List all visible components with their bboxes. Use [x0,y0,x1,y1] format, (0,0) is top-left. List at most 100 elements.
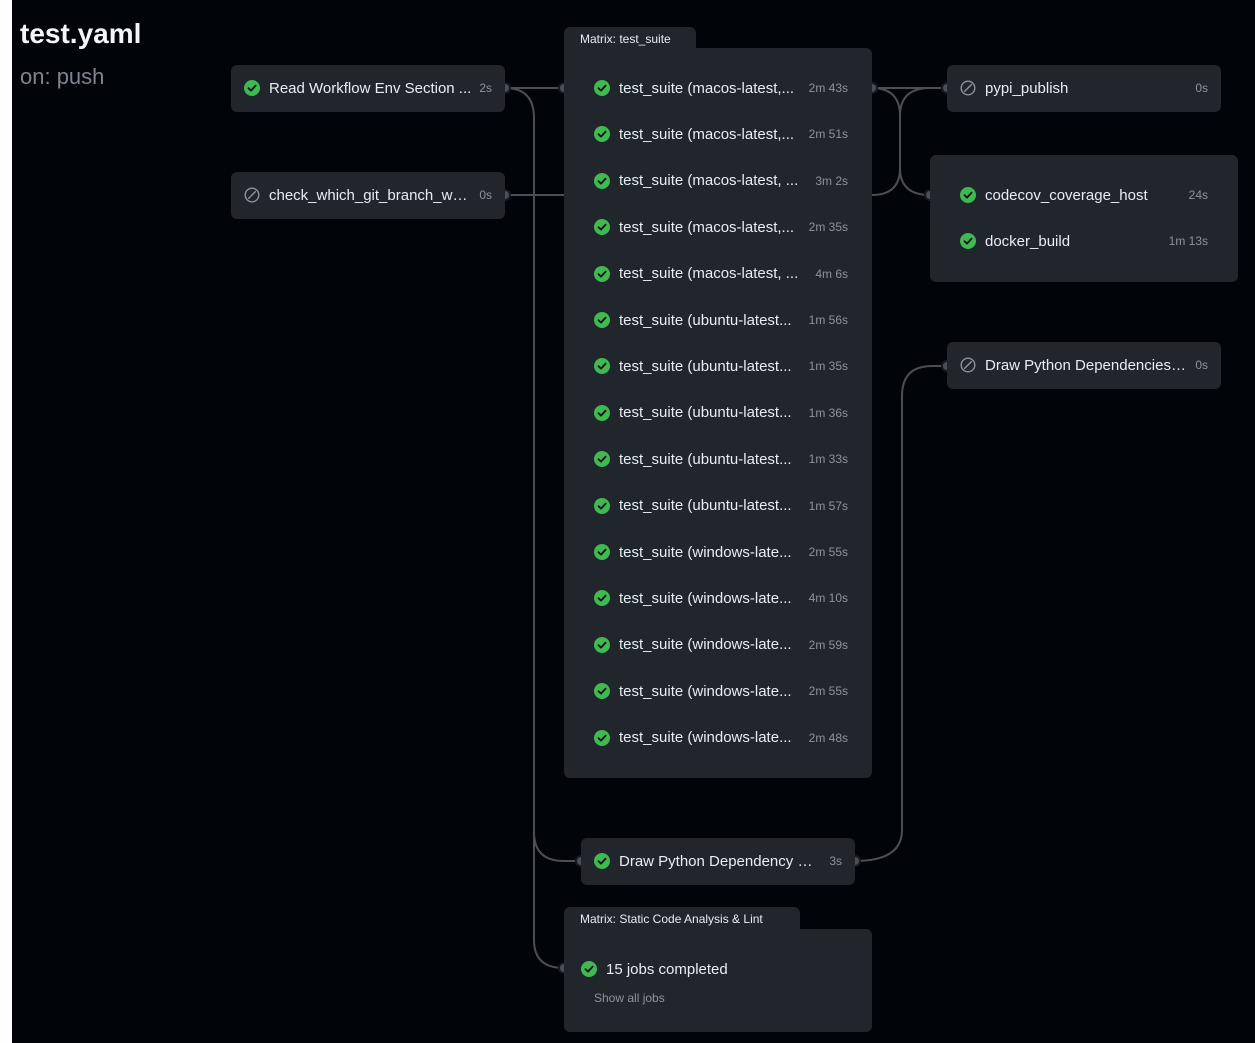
job-draw-deps[interactable]: Draw Python Dependencies ... 0s [947,342,1221,388]
matrix-job-row[interactable]: test_suite (macos-latest,... 2m 43s [581,65,861,111]
check-circle-icon [594,219,610,236]
job-name: codecov_coverage_host [985,186,1148,204]
check-circle-icon [594,729,610,746]
show-all-jobs-link[interactable]: Show all jobs [594,991,665,1005]
job-name: test_suite (macos-latest,... [619,79,795,97]
matrix-lint-label: Matrix: Static Code Analysis & Lint [564,907,800,931]
job-card-pypi-publish: pypi_publish 0s [947,65,1221,112]
check-circle-icon [244,80,260,96]
check-circle-icon [594,451,610,468]
job-name: test_suite (ubuntu-latest... [619,311,792,329]
edge-read-to-lint [533,800,565,969]
job-duration: 0s [1195,358,1208,372]
matrix-job-row[interactable]: test_suite (macos-latest,... 2m 51s [581,111,861,157]
job-duration: 1m 57s [808,498,848,513]
job-name: test_suite (macos-latest, ... [619,265,799,283]
job-read-env[interactable]: Read Workflow Env Section ... 2s [231,65,505,111]
job-name: test_suite (ubuntu-latest... [619,357,792,375]
job-name: test_suite (ubuntu-latest... [619,450,792,468]
check-circle-icon [594,683,610,700]
job-pypi-publish[interactable]: pypi_publish 0s [947,65,1221,111]
matrix-job-row[interactable]: test_suite (ubuntu-latest... 1m 35s [581,343,861,389]
lint-summary-label: 15 jobs completed [606,960,728,978]
job-duration: 1m 36s [808,405,848,420]
matrix-job-row[interactable]: test_suite (windows-late... 2m 59s [581,622,861,668]
matrix-job-row[interactable]: test_suite (windows-late... 2m 55s [581,668,861,714]
job-name: test_suite (windows-late... [619,729,792,747]
check-circle-icon [581,961,597,977]
job-duration: 1m 56s [808,313,848,327]
job-group-card: codecov_coverage_host 24s docker_build 1… [930,155,1238,282]
check-circle-icon [594,590,610,607]
check-circle-icon [960,233,976,249]
check-circle-icon [594,497,610,514]
job-name: test_suite (macos-latest, ... [619,172,799,190]
matrix-lint-card: 15 jobs completed Show all jobs [564,929,872,1032]
job-name: test_suite (macos-latest,... [619,125,795,143]
job-name: test_suite (windows-late... [619,682,792,700]
matrix-job-row[interactable]: test_suite (macos-latest, ... 4m 6s [581,251,861,297]
check-circle-icon [594,636,610,653]
job-name: pypi_publish [985,79,1069,97]
job-name: test_suite (windows-late... [619,636,792,654]
matrix-job-row[interactable]: test_suite (ubuntu-latest... 1m 36s [581,390,861,436]
job-duration: 0s [1195,81,1208,95]
job-card-draw-deps: Draw Python Dependencies ... 0s [947,342,1221,389]
matrix-job-row[interactable]: test_suite (windows-late... 2m 55s [581,529,861,575]
check-circle-icon [594,312,610,328]
job-duration: 2m 55s [808,545,848,559]
lint-summary[interactable]: 15 jobs completed [581,946,861,992]
check-circle-icon [594,80,610,96]
matrix-job-row[interactable]: test_suite (ubuntu-latest... 1m 33s [581,436,861,482]
job-duration: 2m 55s [808,684,848,699]
check-circle-icon [594,126,610,143]
job-duration: 2m 59s [808,637,848,652]
job-duration: 2m 35s [808,220,848,235]
matrix-job-row[interactable]: test_suite (macos-latest,... 2m 35s [581,204,861,250]
job-name: test_suite (windows-late... [619,543,792,561]
check-circle-icon [594,404,610,421]
job-name: check_which_git_branch_we... [269,186,472,204]
job-name: Draw Python Dependencies ... [985,356,1188,374]
job-duration: 2m 43s [808,81,848,95]
check-circle-icon [594,544,610,560]
job-draw-graph[interactable]: Draw Python Dependency G... 3s [581,838,855,884]
skipped-icon [960,80,976,96]
job-name: test_suite (macos-latest,... [619,218,795,236]
skipped-icon [960,357,976,373]
job-codecov[interactable]: codecov_coverage_host 24s [947,172,1221,218]
matrix-test-suite-card: test_suite (macos-latest,... 2m 43s test_s… [564,48,872,778]
check-circle-icon [594,853,610,869]
job-duration: 2m 51s [808,127,848,142]
matrix-job-row[interactable]: test_suite (ubuntu-latest... 1m 56s [581,297,861,343]
check-circle-icon [594,358,610,375]
matrix-job-row[interactable]: test_suite (macos-latest, ... 3m 2s [581,158,861,204]
matrix-job-row[interactable]: test_suite (windows-late... 2m 48s [581,715,861,761]
skipped-icon [244,187,260,203]
job-duration: 1m 13s [1168,234,1208,248]
job-duration: 4m 10s [808,591,848,606]
job-name: test_suite (ubuntu-latest... [619,404,792,422]
job-card-check-branch: check_which_git_branch_we... 0s [231,172,505,219]
job-duration: 1m 33s [808,452,848,467]
job-duration: 3s [829,854,842,868]
job-duration: 3m 2s [815,173,848,188]
matrix-job-row[interactable]: test_suite (windows-late... 4m 10s [581,575,861,621]
job-duration: 1m 35s [808,359,848,374]
check-circle-icon [594,265,610,282]
check-circle-icon [594,172,610,189]
job-name: test_suite (ubuntu-latest... [619,497,792,515]
job-name: Read Workflow Env Section ... [269,79,472,97]
job-card-read-env: Read Workflow Env Section ... 2s [231,65,505,112]
job-duration: 4m 6s [815,266,848,281]
job-name: test_suite (windows-late... [619,589,792,607]
workflow-graph-canvas: test.yaml on: push Read Workflow Env Sec… [12,0,1255,1043]
job-name: docker_build [985,232,1071,250]
job-docker-build[interactable]: docker_build 1m 13s [947,218,1221,264]
check-circle-icon [960,187,976,203]
job-duration: 0s [479,188,492,202]
matrix-job-row[interactable]: test_suite (ubuntu-latest... 1m 57s [581,483,861,529]
job-name: Draw Python Dependency G... [619,852,822,870]
job-check-branch[interactable]: check_which_git_branch_we... 0s [231,172,505,218]
job-duration: 2s [479,81,492,95]
